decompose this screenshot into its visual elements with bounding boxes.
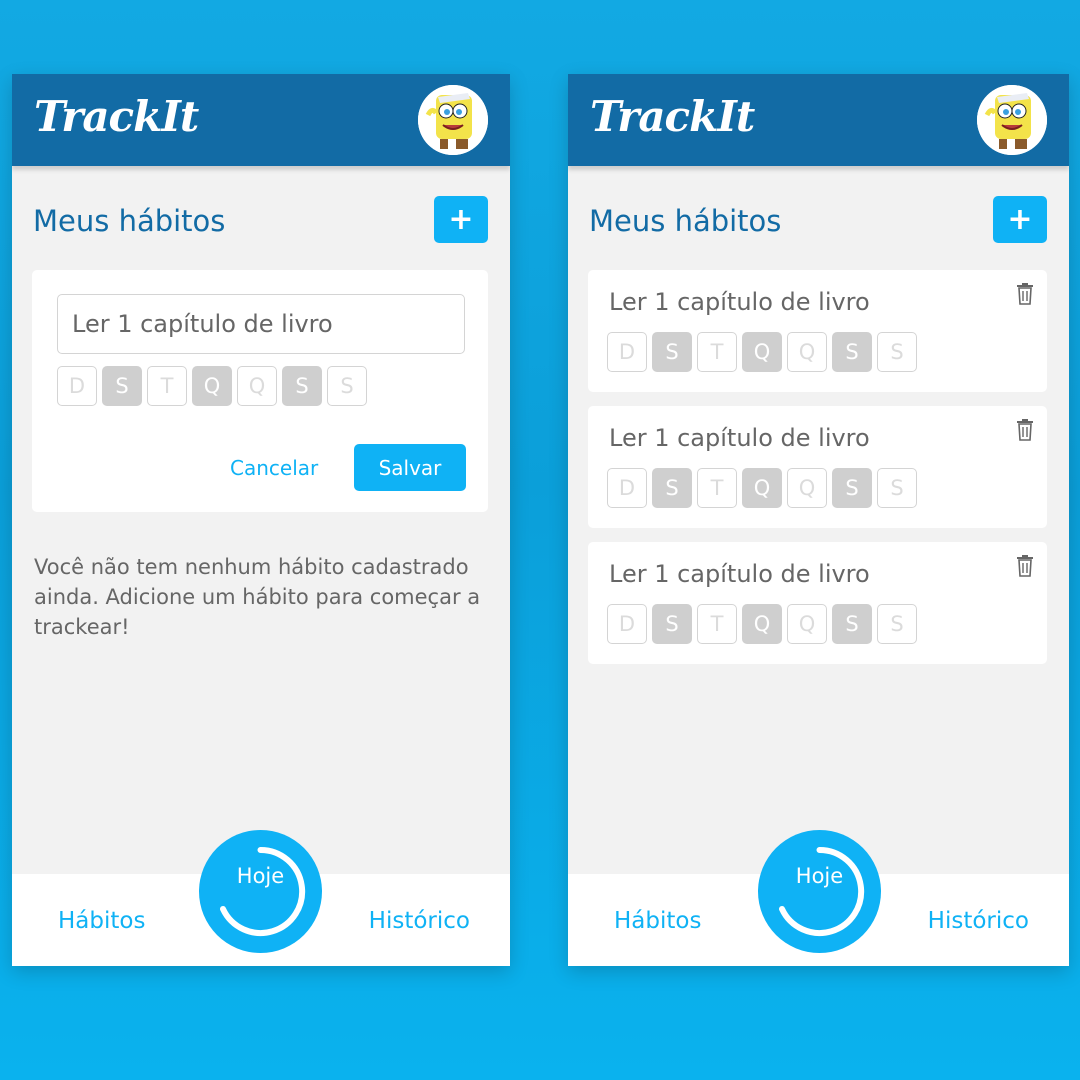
- habit-card: Ler 1 capítulo de livro D S T Q Q S S: [588, 406, 1047, 528]
- today-label: Hoje: [236, 864, 285, 888]
- day-button-saturday[interactable]: S: [327, 366, 367, 406]
- day-button-thursday[interactable]: Q: [237, 366, 277, 406]
- user-avatar[interactable]: [977, 85, 1047, 155]
- weekday-selector: D S T Q Q S S: [57, 366, 367, 406]
- day-saturday: S: [877, 332, 917, 372]
- progress-ring-icon: [779, 846, 865, 936]
- nav-history-link[interactable]: Histórico: [928, 908, 1029, 934]
- cancel-button[interactable]: Cancelar: [230, 456, 318, 480]
- day-sunday: D: [607, 604, 647, 644]
- day-wednesday: Q: [742, 604, 782, 644]
- app-logo: TrackIt: [590, 92, 755, 141]
- today-button[interactable]: Hoje: [758, 830, 881, 953]
- save-button[interactable]: Salvar: [354, 444, 466, 491]
- habits-screen-list: TrackIt Meus hábitos + Ler 1 capítulo de…: [568, 74, 1069, 966]
- day-wednesday: Q: [742, 468, 782, 508]
- day-wednesday: Q: [742, 332, 782, 372]
- weekday-display: D S T Q Q S S: [607, 604, 917, 644]
- nav-history-link[interactable]: Histórico: [369, 908, 470, 934]
- day-tuesday: T: [697, 604, 737, 644]
- day-friday: S: [832, 468, 872, 508]
- day-button-friday[interactable]: S: [282, 366, 322, 406]
- spongebob-avatar-icon: [418, 85, 488, 155]
- day-monday: S: [652, 332, 692, 372]
- habit-card: Ler 1 capítulo de livro D S T Q Q S S: [588, 270, 1047, 392]
- spongebob-avatar-icon: [977, 85, 1047, 155]
- page-title: Meus hábitos: [33, 204, 226, 238]
- new-habit-form: Ler 1 capítulo de livro D S T Q Q S S Ca…: [32, 270, 488, 512]
- weekday-display: D S T Q Q S S: [607, 468, 917, 508]
- today-label: Hoje: [795, 864, 844, 888]
- app-logo: TrackIt: [34, 92, 199, 141]
- page-title: Meus hábitos: [589, 204, 782, 238]
- day-tuesday: T: [697, 332, 737, 372]
- day-sunday: D: [607, 332, 647, 372]
- day-friday: S: [832, 604, 872, 644]
- trash-icon[interactable]: [1015, 554, 1035, 578]
- today-button[interactable]: Hoje: [199, 830, 322, 953]
- day-button-sunday[interactable]: D: [57, 366, 97, 406]
- user-avatar[interactable]: [418, 85, 488, 155]
- trash-icon[interactable]: [1015, 282, 1035, 306]
- habit-name: Ler 1 capítulo de livro: [609, 560, 870, 588]
- add-habit-button[interactable]: +: [993, 196, 1047, 243]
- day-tuesday: T: [697, 468, 737, 508]
- day-button-monday[interactable]: S: [102, 366, 142, 406]
- habits-screen-form: TrackIt Meus hábitos + Ler 1 capítulo de…: [12, 74, 510, 966]
- nav-habits-link[interactable]: Hábitos: [614, 908, 701, 934]
- day-saturday: S: [877, 604, 917, 644]
- day-monday: S: [652, 468, 692, 508]
- day-thursday: Q: [787, 468, 827, 508]
- day-monday: S: [652, 604, 692, 644]
- day-saturday: S: [877, 468, 917, 508]
- day-thursday: Q: [787, 604, 827, 644]
- nav-habits-link[interactable]: Hábitos: [58, 908, 145, 934]
- top-bar: TrackIt: [568, 74, 1069, 166]
- trash-icon[interactable]: [1015, 418, 1035, 442]
- day-button-tuesday[interactable]: T: [147, 366, 187, 406]
- habit-card: Ler 1 capítulo de livro D S T Q Q S S: [588, 542, 1047, 664]
- habit-name: Ler 1 capítulo de livro: [609, 288, 870, 316]
- day-thursday: Q: [787, 332, 827, 372]
- empty-state-message: Você não tem nenhum hábito cadastrado ai…: [34, 555, 481, 639]
- top-bar: TrackIt: [12, 74, 510, 166]
- day-button-wednesday[interactable]: Q: [192, 366, 232, 406]
- progress-ring-icon: [220, 846, 306, 936]
- day-sunday: D: [607, 468, 647, 508]
- weekday-display: D S T Q Q S S: [607, 332, 917, 372]
- habit-name-input[interactable]: Ler 1 capítulo de livro: [57, 294, 465, 354]
- habit-name: Ler 1 capítulo de livro: [609, 424, 870, 452]
- day-friday: S: [832, 332, 872, 372]
- add-habit-button[interactable]: +: [434, 196, 488, 243]
